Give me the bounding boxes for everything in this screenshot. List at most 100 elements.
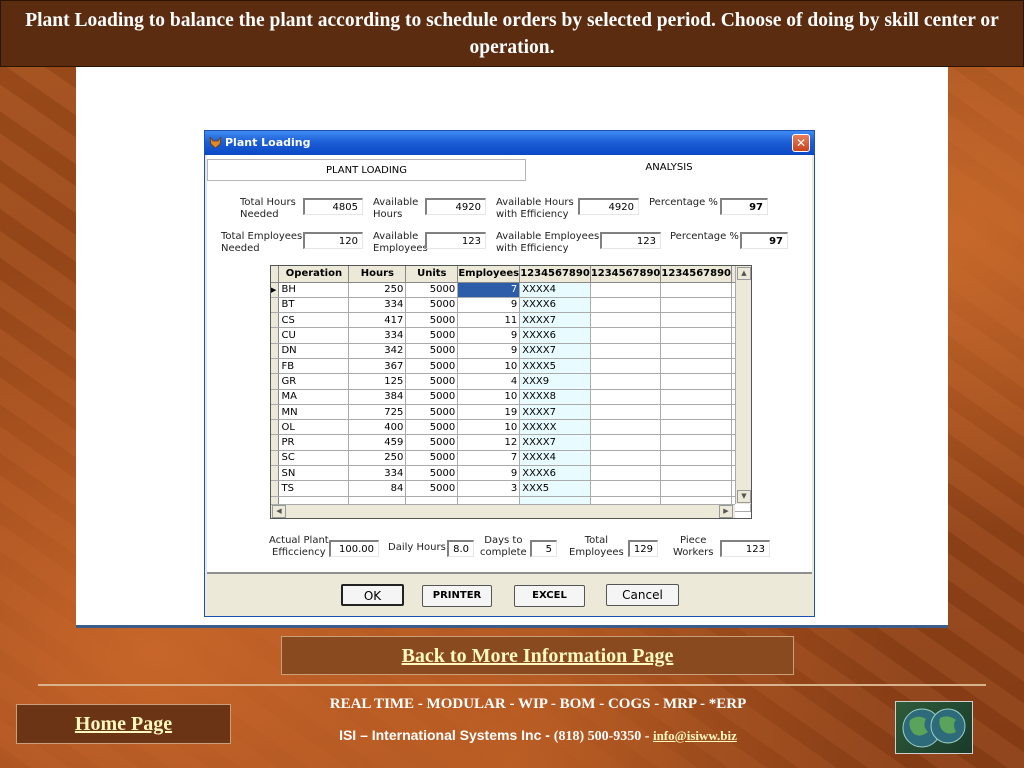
table-row[interactable]: DN 342 5000 9 XXXX7	[271, 343, 751, 359]
row-indicator[interactable]	[271, 450, 280, 467]
cell-period-1[interactable]: XXXX6	[519, 465, 591, 482]
cell-employees[interactable]: 9	[457, 343, 521, 359]
vertical-scrollbar[interactable]: ▲ ▼	[735, 266, 751, 504]
cell-operation[interactable]: OL	[278, 419, 350, 436]
tab-plant-loading[interactable]: PLANT LOADING	[207, 159, 526, 181]
cell-empty[interactable]	[590, 327, 662, 344]
cell-units[interactable]: 5000	[405, 373, 459, 390]
cell-employees[interactable]: 10	[457, 358, 521, 375]
table-row[interactable]: CS 417 5000 11 XXXX7	[271, 312, 751, 329]
cell-period-1[interactable]: XXXX7	[519, 343, 591, 359]
cell-hours[interactable]: 125	[348, 373, 407, 390]
cell-period-1[interactable]: XXXX6	[519, 297, 591, 314]
cell-empty[interactable]	[590, 465, 662, 482]
cell-hours[interactable]: 250	[348, 450, 407, 467]
cell-empty[interactable]	[660, 465, 732, 482]
cell-empty[interactable]	[660, 419, 732, 436]
back-to-more-info-link[interactable]: Back to More Information Page	[281, 636, 794, 675]
row-indicator[interactable]	[271, 297, 280, 314]
cell-empty[interactable]	[660, 327, 732, 344]
available-employees-field[interactable]: 123	[425, 232, 486, 249]
cell-hours[interactable]: 342	[348, 343, 407, 359]
table-row[interactable]: SN 334 5000 9 XXXX6	[271, 465, 751, 482]
cell-hours[interactable]: 367	[348, 358, 407, 375]
cell-period-1[interactable]: XXXX6	[519, 327, 591, 344]
operations-grid[interactable]: Operation Hours Units Employees 12345678…	[270, 265, 752, 519]
table-row[interactable]: MA 384 5000 10 XXXX8	[271, 389, 751, 405]
cell-hours[interactable]: 725	[348, 404, 407, 421]
cell-employees[interactable]: 19	[457, 404, 521, 421]
cell-operation[interactable]: MA	[278, 389, 350, 405]
cell-operation[interactable]: TS	[278, 480, 350, 497]
cell-hours[interactable]: 384	[348, 389, 407, 405]
cell-operation[interactable]: DN	[278, 343, 350, 359]
available-employees-eff-field[interactable]: 123	[600, 232, 661, 249]
cell-operation[interactable]: SC	[278, 450, 350, 467]
cell-empty[interactable]	[590, 373, 662, 390]
cell-units[interactable]: 5000	[405, 358, 459, 375]
col-header-period-1[interactable]: 1234567890	[519, 266, 591, 283]
cell-empty[interactable]	[590, 312, 662, 329]
scroll-right-icon[interactable]: ▶	[719, 505, 733, 518]
cell-operation[interactable]: CS	[278, 312, 350, 329]
row-indicator[interactable]	[271, 404, 280, 421]
row-indicator[interactable]	[271, 480, 280, 497]
cell-units[interactable]: 5000	[405, 465, 459, 482]
cell-period-1[interactable]: XXXX7	[519, 404, 591, 421]
cell-empty[interactable]	[590, 343, 662, 359]
row-indicator[interactable]	[271, 373, 280, 390]
cell-period-1[interactable]: XXXX8	[519, 389, 591, 405]
cell-units[interactable]: 5000	[405, 480, 459, 497]
cell-units[interactable]: 5000	[405, 343, 459, 359]
cell-empty[interactable]	[660, 297, 732, 314]
ok-button[interactable]: OK	[341, 584, 404, 606]
piece-workers-field[interactable]: 123	[720, 540, 770, 557]
cell-operation[interactable]: BT	[278, 297, 350, 314]
cell-employees[interactable]: 4	[457, 373, 521, 390]
cell-period-1[interactable]: XXXX5	[519, 358, 591, 375]
cell-empty[interactable]	[590, 404, 662, 421]
cell-empty[interactable]	[590, 358, 662, 375]
cell-hours[interactable]: 459	[348, 434, 407, 451]
cell-employees[interactable]: 7	[457, 450, 521, 467]
cell-employees[interactable]: 9	[457, 297, 521, 314]
scroll-up-icon[interactable]: ▲	[737, 267, 751, 280]
cell-hours[interactable]: 334	[348, 327, 407, 344]
row-pointer-icon[interactable]: ▶	[271, 282, 280, 298]
cell-hours[interactable]: 334	[348, 297, 407, 314]
cell-empty[interactable]	[660, 312, 732, 329]
total-hours-field[interactable]: 4805	[303, 198, 363, 215]
cell-empty[interactable]	[590, 419, 662, 436]
printer-button[interactable]: PRINTER	[422, 585, 492, 607]
cell-hours[interactable]: 334	[348, 465, 407, 482]
cell-operation[interactable]: GR	[278, 373, 350, 390]
daily-hours-field[interactable]: 8.0	[447, 540, 474, 557]
cell-employees[interactable]: 9	[457, 465, 521, 482]
available-hours-eff-field[interactable]: 4920	[578, 198, 639, 215]
efficiency-field[interactable]: 100.00	[329, 540, 379, 557]
cell-units[interactable]: 5000	[405, 434, 459, 451]
row-indicator[interactable]	[271, 419, 280, 436]
table-row[interactable]: FB 367 5000 10 XXXX5	[271, 358, 751, 375]
percentage2-field[interactable]: 97	[740, 232, 788, 249]
table-row[interactable]: SC 250 5000 7 XXXX4	[271, 450, 751, 467]
cell-empty[interactable]	[590, 389, 662, 405]
cell-hours[interactable]: 84	[348, 480, 407, 497]
cell-units[interactable]: 5000	[405, 419, 459, 436]
cell-operation[interactable]: BH	[278, 282, 350, 298]
cell-empty[interactable]	[660, 373, 732, 390]
dialog-title-bar[interactable]: Plant Loading	[205, 131, 814, 155]
cell-hours[interactable]: 400	[348, 419, 407, 436]
cell-employees[interactable]: 7	[457, 282, 521, 298]
cell-empty[interactable]	[660, 404, 732, 421]
cell-operation[interactable]: FB	[278, 358, 350, 375]
cell-period-1[interactable]: XXXX7	[519, 434, 591, 451]
cell-period-1[interactable]: XXX9	[519, 373, 591, 390]
cell-empty[interactable]	[590, 480, 662, 497]
cell-units[interactable]: 5000	[405, 312, 459, 329]
home-page-link[interactable]: Home Page	[16, 704, 231, 744]
excel-button[interactable]: EXCEL	[514, 585, 585, 607]
table-row[interactable]: OL 400 5000 10 XXXXX	[271, 419, 751, 436]
row-indicator[interactable]	[271, 327, 280, 344]
cell-employees[interactable]: 9	[457, 327, 521, 344]
